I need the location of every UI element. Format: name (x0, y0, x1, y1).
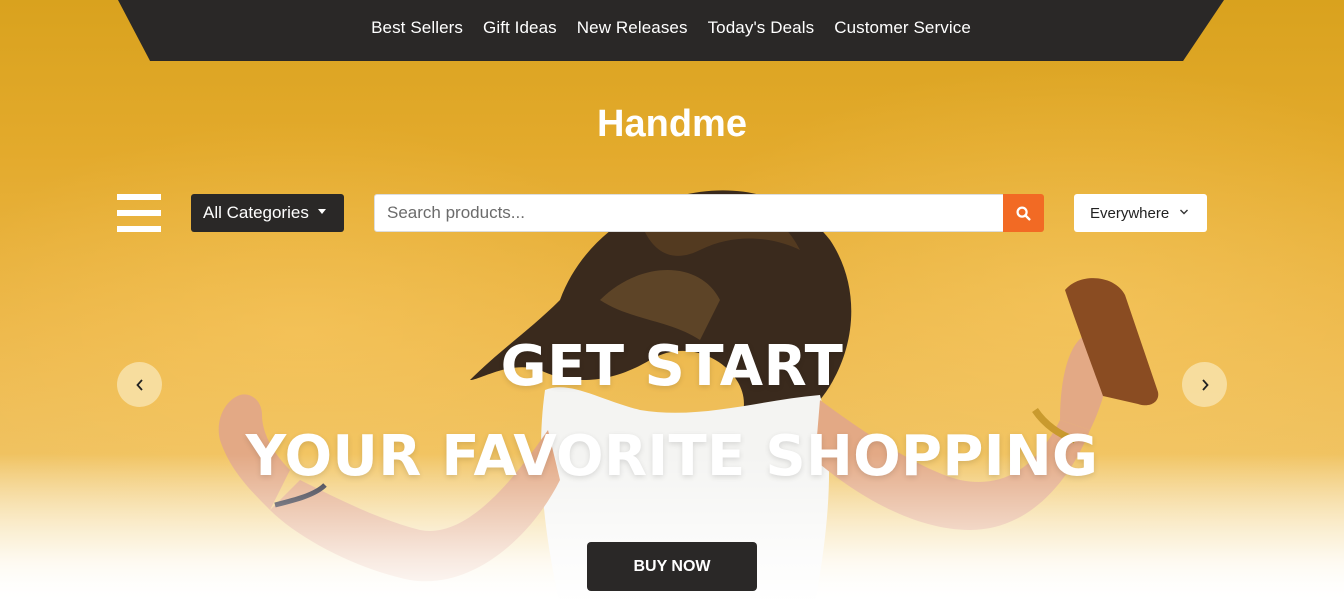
caret-down-icon (317, 208, 326, 214)
all-categories-label: All Categories (203, 203, 309, 222)
nav-link-gift-ideas[interactable]: Gift Ideas (483, 18, 557, 38)
top-navigation: Best Sellers Gift Ideas New Releases Tod… (118, 0, 1224, 61)
hero-banner (0, 0, 1344, 604)
chevron-down-icon (1180, 209, 1188, 215)
site-logo[interactable]: Handme (0, 103, 1344, 146)
search-button[interactable] (1003, 194, 1044, 232)
nav-link-customer-service[interactable]: Customer Service (834, 18, 971, 38)
hamburger-menu-icon[interactable] (117, 194, 161, 232)
all-categories-dropdown[interactable]: All Categories (191, 194, 344, 232)
hero-headline-line2: YOUR FAVORITE SHOPPING (245, 424, 1099, 489)
nav-link-todays-deals[interactable]: Today's Deals (708, 18, 815, 38)
search-input[interactable] (374, 194, 1004, 232)
hero-headline-line1: GET START (500, 334, 844, 399)
nav-link-new-releases[interactable]: New Releases (577, 18, 688, 38)
buy-now-button[interactable]: BUY NOW (587, 542, 757, 591)
location-select-value: Everywhere (1090, 204, 1170, 222)
location-select[interactable]: Everywhere (1074, 194, 1207, 232)
nav-link-best-sellers[interactable]: Best Sellers (371, 18, 463, 38)
search-icon (1016, 205, 1031, 221)
